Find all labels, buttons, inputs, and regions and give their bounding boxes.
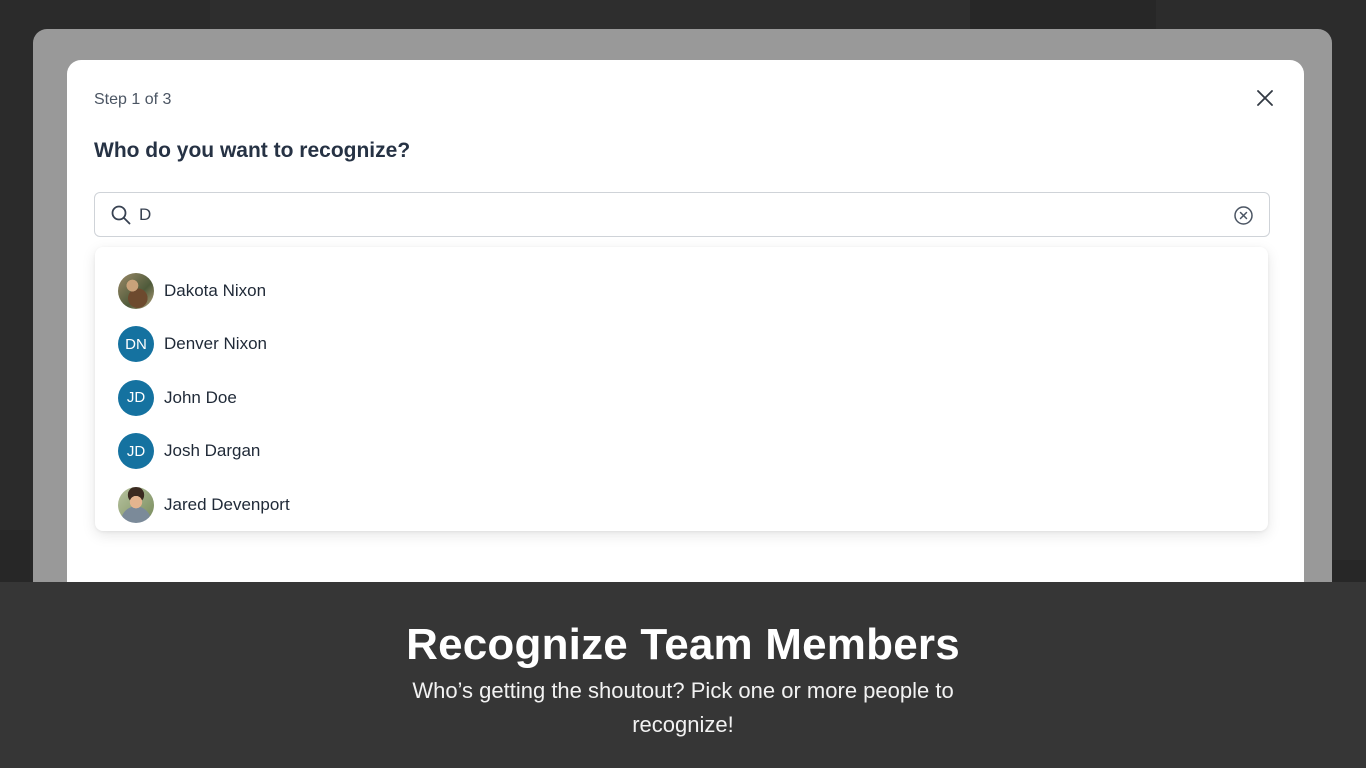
step-indicator: Step 1 of 3 [94, 91, 172, 108]
results-dropdown: Dakota Nixon DN Denver Nixon JD John Doe… [95, 247, 1268, 531]
result-option[interactable]: Jared Devenport [95, 478, 1268, 532]
avatar: JD [118, 433, 154, 470]
result-option[interactable]: JD John Doe [95, 371, 1268, 425]
avatar: JD [118, 379, 154, 416]
background-shape [210, 0, 970, 30]
result-option[interactable]: JD Josh Dargan [95, 425, 1268, 479]
result-name: Dakota Nixon [164, 280, 267, 300]
result-name: John Doe [164, 387, 237, 407]
feature-caption: Recognize Team Members Who’s getting the… [0, 582, 1366, 768]
caption-title: Recognize Team Members [406, 620, 960, 669]
close-button[interactable] [1253, 86, 1277, 110]
search-field[interactable] [94, 192, 1270, 237]
avatar [118, 272, 154, 309]
result-option[interactable]: DN Denver Nixon [95, 318, 1268, 372]
search-icon [111, 205, 131, 225]
avatar [118, 486, 154, 523]
recognize-modal: Step 1 of 3 Who do you want to recognize… [67, 60, 1304, 660]
promo-stage: Step 1 of 3 Who do you want to recognize… [0, 0, 1366, 768]
modal-heading: Who do you want to recognize? [94, 139, 411, 162]
close-icon [1257, 90, 1273, 106]
result-name: Josh Dargan [164, 441, 261, 461]
caption-subtitle: Who’s getting the shoutout? Pick one or … [412, 678, 954, 737]
search-input[interactable] [139, 199, 1209, 231]
result-name: Denver Nixon [164, 334, 267, 354]
result-name: Jared Devenport [164, 494, 290, 514]
result-option[interactable]: Dakota Nixon [95, 264, 1268, 318]
clear-search-icon[interactable] [1233, 205, 1254, 226]
avatar: DN [118, 326, 154, 363]
